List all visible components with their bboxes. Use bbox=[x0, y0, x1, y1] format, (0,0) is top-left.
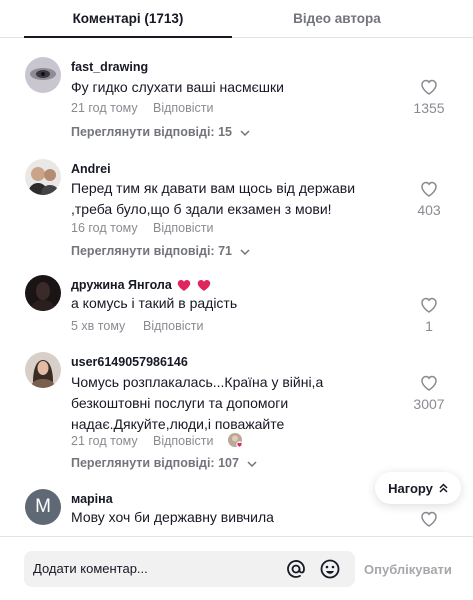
like-count: 3007 bbox=[413, 396, 445, 412]
avatar[interactable] bbox=[25, 159, 61, 195]
comment-input[interactable]: Додати коментар... bbox=[24, 551, 355, 587]
comment-meta: 21 год тому Відповісти bbox=[71, 101, 214, 115]
comment-author[interactable]: Andrei bbox=[71, 162, 111, 176]
comment-time: 21 год тому bbox=[71, 101, 138, 115]
like-count: 1 bbox=[425, 318, 433, 334]
chevron-down-icon bbox=[240, 249, 250, 255]
avatar[interactable] bbox=[25, 275, 61, 311]
back-to-top-label: Нагору bbox=[388, 480, 433, 496]
comment-author-name: дружина Янгола bbox=[71, 278, 172, 292]
comment-author[interactable]: fast_drawing bbox=[71, 60, 148, 74]
tab-author-videos[interactable]: Відео автора bbox=[232, 0, 442, 38]
comment-text: Чомусь розплакалась...Країна у війні,а б… bbox=[71, 374, 324, 432]
heart-outline-icon bbox=[421, 375, 437, 391]
emoji-smile-icon[interactable] bbox=[319, 558, 341, 580]
chevron-down-icon bbox=[240, 130, 250, 136]
comment-text: Фу гидко слухати ваші насмєшки bbox=[71, 79, 284, 95]
heart-outline-icon bbox=[421, 181, 437, 197]
comment-input-placeholder: Додати коментар... bbox=[33, 561, 148, 576]
comment-tabs: Коментарі (1713) Відео автора bbox=[0, 0, 473, 38]
view-replies-button[interactable]: Переглянути відповіді: 107 bbox=[71, 456, 257, 470]
reply-button[interactable]: Відповісти bbox=[153, 101, 214, 115]
comment-author[interactable]: дружина Янгола bbox=[71, 278, 211, 292]
view-replies-button[interactable]: Переглянути відповіді: 71 bbox=[71, 244, 250, 258]
comment-time: 21 год тому bbox=[71, 434, 138, 448]
comment-meta: 5 хв тому Відповісти bbox=[71, 319, 204, 333]
comment-text: Мову хоч би державну вивчила bbox=[71, 509, 274, 525]
view-replies-label: Переглянути відповіді: 71 bbox=[71, 244, 232, 258]
like-count: 1355 bbox=[413, 100, 445, 116]
tab-comments[interactable]: Коментарі (1713) bbox=[24, 0, 232, 38]
view-replies-label: Переглянути відповіді: 15 bbox=[71, 125, 232, 139]
avatar[interactable]: M bbox=[25, 489, 61, 525]
like-button[interactable] bbox=[409, 511, 449, 527]
back-to-top-button[interactable]: Нагору bbox=[375, 472, 461, 504]
like-button[interactable]: 1 bbox=[409, 297, 449, 334]
avatar[interactable] bbox=[25, 57, 61, 93]
like-button[interactable]: 1355 bbox=[409, 79, 449, 116]
view-replies-button[interactable]: Переглянути відповіді: 15 bbox=[71, 125, 250, 139]
comment-time: 5 хв тому bbox=[71, 319, 126, 333]
comment-author[interactable]: маріна bbox=[71, 492, 113, 506]
comment-composer: Додати коментар... Опублікувати bbox=[0, 536, 473, 600]
comment-meta: 21 год тому Відповісти bbox=[71, 433, 243, 448]
like-count: 403 bbox=[417, 202, 441, 218]
like-button[interactable]: 3007 bbox=[409, 375, 449, 412]
mention-at-icon[interactable] bbox=[286, 559, 306, 579]
reply-button[interactable]: Відповісти bbox=[153, 221, 214, 235]
like-button[interactable]: 403 bbox=[409, 181, 449, 218]
creator-liked-badge bbox=[227, 432, 243, 448]
red-heart-emoji-icon bbox=[178, 280, 191, 292]
comment-text: Перед тим як давати вам щось від держави… bbox=[71, 180, 356, 217]
double-chevron-up-icon bbox=[439, 483, 448, 493]
reply-button[interactable]: Відповісти bbox=[143, 319, 204, 333]
heart-outline-icon bbox=[421, 511, 437, 527]
comment-text: а комусь і такий в радість bbox=[71, 295, 238, 311]
heart-outline-icon bbox=[421, 79, 437, 95]
avatar[interactable] bbox=[25, 352, 61, 388]
comment-time: 16 год тому bbox=[71, 221, 138, 235]
comment-meta: 16 год тому Відповісти bbox=[71, 221, 214, 235]
chevron-down-icon bbox=[247, 461, 257, 467]
reply-button[interactable]: Відповісти bbox=[153, 434, 214, 448]
view-replies-label: Переглянути відповіді: 107 bbox=[71, 456, 239, 470]
avatar-letter: M bbox=[35, 496, 51, 517]
comment-author[interactable]: user6149057986146 bbox=[71, 355, 188, 369]
heart-outline-icon bbox=[421, 297, 437, 313]
publish-button[interactable]: Опублікувати bbox=[364, 562, 452, 577]
red-heart-emoji-icon bbox=[197, 280, 211, 292]
